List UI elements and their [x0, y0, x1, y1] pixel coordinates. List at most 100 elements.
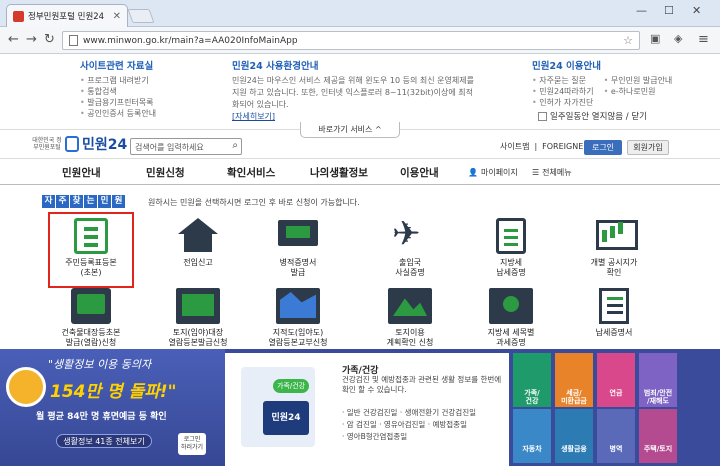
tile-car[interactable]: 자동차: [513, 409, 551, 463]
usage-guide-item[interactable]: 자주묻는 질문: [532, 75, 594, 86]
service-tax-certificate[interactable]: 납세증명서: [566, 288, 662, 338]
service-label: 출입국 사실증명: [395, 258, 425, 277]
search-input[interactable]: 검색어를 입력하세요 ⌕: [130, 138, 242, 155]
service-label: 납세증명서: [595, 328, 633, 337]
service-label: 전입신고: [183, 258, 213, 267]
login-button[interactable]: 로그인: [584, 140, 622, 155]
hide-notice-label[interactable]: 일주일동안 열지않음 / 닫기: [550, 110, 647, 122]
site-materials-item[interactable]: 발급용기프린터목록: [80, 97, 156, 108]
header-utils: 사이트맵 | FOREIGNER: [500, 141, 589, 152]
join-button[interactable]: 회원가입: [627, 140, 669, 155]
usage-guide-item[interactable]: 민원24따라하기: [532, 86, 593, 97]
sitemap-link[interactable]: 사이트맵: [500, 141, 529, 152]
logo-mark-icon: [65, 136, 79, 152]
hide-notice-control[interactable]: 일주일동안 열지않음 / 닫기: [538, 110, 647, 122]
usage-guide-title: 민원24 이용안내: [532, 61, 601, 72]
tile-military[interactable]: 병역: [597, 409, 635, 463]
service-immigration-proof[interactable]: 출입국 사실증명: [362, 214, 458, 278]
tab-close-icon[interactable]: ✕: [113, 11, 121, 22]
usage-guide-item[interactable]: 인허가 자가진단: [532, 97, 594, 108]
bookmark-star-icon[interactable]: ☆: [623, 34, 633, 47]
life-info-all-button[interactable]: 생활정보 41종 전체보기: [56, 434, 152, 448]
land-use-icon: [388, 288, 432, 324]
service-tax-item-proof[interactable]: 지방세 세목별 과세증명: [463, 288, 559, 348]
browser-tab[interactable]: 정부민원포털 민원24 ✕: [6, 4, 128, 27]
mascot-icon: [6, 367, 46, 407]
new-tab-button[interactable]: [127, 9, 155, 23]
service-label: 지적도(임야도) 열람등본교부신청: [268, 328, 328, 347]
service-label: 지방세 납세증명: [496, 258, 526, 277]
panel-link[interactable]: · 예방접종일: [428, 420, 467, 429]
maximize-icon[interactable]: ☐: [664, 4, 674, 17]
site-materials-item[interactable]: 공인인증서 등록안내: [80, 108, 156, 119]
title-char: 주: [56, 195, 69, 208]
promo-count: 154만 명 돌파!": [50, 382, 177, 402]
foreigner-link[interactable]: FOREIGNER: [542, 142, 589, 151]
service-local-tax-payment[interactable]: 지방세 납세증명: [463, 218, 559, 278]
panel-link[interactable]: · 일반 건강검진일: [342, 408, 397, 417]
service-land-register[interactable]: 토지(임야)대장 열람등본발급신청: [150, 288, 246, 348]
env-guide-more-link[interactable]: [자세히보기]: [232, 112, 275, 121]
menu-icon[interactable]: ≡: [698, 32, 709, 47]
login-shortcut-tag[interactable]: 로그인 하러가기: [178, 433, 206, 455]
page-icon: [69, 35, 78, 46]
service-land-use-plan[interactable]: 토지이용 계획확인 신청: [362, 288, 458, 348]
building-register-icon: [71, 288, 111, 324]
shortcut-service-toggle[interactable]: 바로가기 서비스 ^: [300, 122, 400, 138]
tax-paper-icon: [599, 288, 629, 324]
service-land-price[interactable]: 개별 공시지가 확인: [566, 218, 662, 278]
military-certificate-icon: [276, 218, 320, 254]
promo-monthly: 월 평균 84만 명 휴면예금 등 확인: [36, 412, 167, 422]
life-info-promo[interactable]: "생활정보 이용 동의자 154만 명 돌파!" 월 평균 84만 명 휴면예금…: [0, 349, 225, 466]
tile-tax-refund[interactable]: 세금/ 미환급금: [555, 353, 593, 407]
tile-finance[interactable]: 생활금융: [555, 409, 593, 463]
site-materials-item[interactable]: 통합검색: [80, 86, 156, 97]
tile-crime-safety[interactable]: 범죄/안전 /재해도: [639, 353, 677, 407]
nav-menu-guide[interactable]: 민원안내: [62, 165, 101, 180]
house-icon: [176, 218, 220, 254]
service-cadastral-map[interactable]: 지적도(임야도) 열람등본교부신청: [250, 288, 346, 348]
panel-link[interactable]: · 영유아검진일: [379, 420, 425, 429]
nav-menu-verify[interactable]: 확인서비스: [227, 165, 275, 180]
all-menu-link[interactable]: ☰ 전체메뉴: [532, 167, 572, 178]
service-label: 건축물대장등초본 발급(열람)신청: [61, 328, 121, 347]
usage-guide-item[interactable]: 무인민원 발급안내: [604, 75, 672, 86]
search-placeholder: 검색어를 입력하세요: [135, 143, 204, 152]
tile-housing-land[interactable]: 주택/토지: [639, 409, 677, 463]
panel-link[interactable]: · 생애전환기 건강검진일: [400, 408, 476, 417]
site-logo[interactable]: 대한민국 정부민원포털 민원24: [32, 134, 127, 154]
nav-menu-life-info[interactable]: 나의생활정보: [310, 165, 368, 180]
url-field[interactable]: www.minwon.go.kr/main?a=AA020InfoMainApp…: [62, 31, 640, 50]
selection-highlight-box: [48, 212, 134, 288]
service-building-register[interactable]: 건축물대장등초본 발급(열람)신청: [43, 288, 139, 348]
tile-family-health[interactable]: 가족/ 건강: [513, 353, 551, 407]
service-move-in-report[interactable]: 전입신고: [150, 218, 246, 268]
search-icon[interactable]: ⌕: [232, 140, 238, 151]
forward-arrow-icon[interactable]: →: [26, 32, 37, 47]
land-price-chart-icon: [592, 218, 638, 254]
reload-icon[interactable]: ↻: [44, 32, 55, 47]
service-military-certificate[interactable]: 병적증명서 발급: [250, 218, 346, 278]
panel-link[interactable]: · 암 검진일: [342, 420, 377, 429]
nav-menu-apply[interactable]: 민원신청: [146, 165, 185, 180]
bottom-banner: "생활정보 이용 동의자 154만 명 돌파!" 월 평균 84만 명 휴면예금…: [0, 349, 720, 466]
panel-link[interactable]: · 영아B형간염접종일: [342, 432, 407, 441]
service-label: 지방세 세목별 과세증명: [487, 328, 535, 347]
tile-pension[interactable]: 연금: [597, 353, 635, 407]
site-materials-item[interactable]: 프로그램 내려받기: [80, 75, 156, 86]
service-label: 개별 공시지가 확인: [590, 258, 638, 277]
minimize-icon[interactable]: —: [636, 4, 647, 17]
util-divider: |: [534, 142, 538, 151]
nav-menu-usage[interactable]: 이용안내: [400, 165, 439, 180]
monitor-icon: 민원24: [263, 401, 309, 435]
mypage-link[interactable]: 👤 마이페이지: [468, 167, 518, 178]
security-icon[interactable]: ◈: [674, 32, 682, 45]
title-char: 민: [98, 195, 111, 208]
back-arrow-icon[interactable]: ←: [8, 32, 19, 47]
extension-icon[interactable]: ▣: [650, 32, 660, 45]
usage-guide-item[interactable]: e-하나로민원: [604, 86, 673, 97]
hide-notice-checkbox[interactable]: [538, 111, 547, 121]
tab-title: 정부민원포털 민원24: [28, 12, 105, 22]
title-char: 자: [42, 195, 55, 208]
close-window-icon[interactable]: ✕: [692, 4, 701, 17]
